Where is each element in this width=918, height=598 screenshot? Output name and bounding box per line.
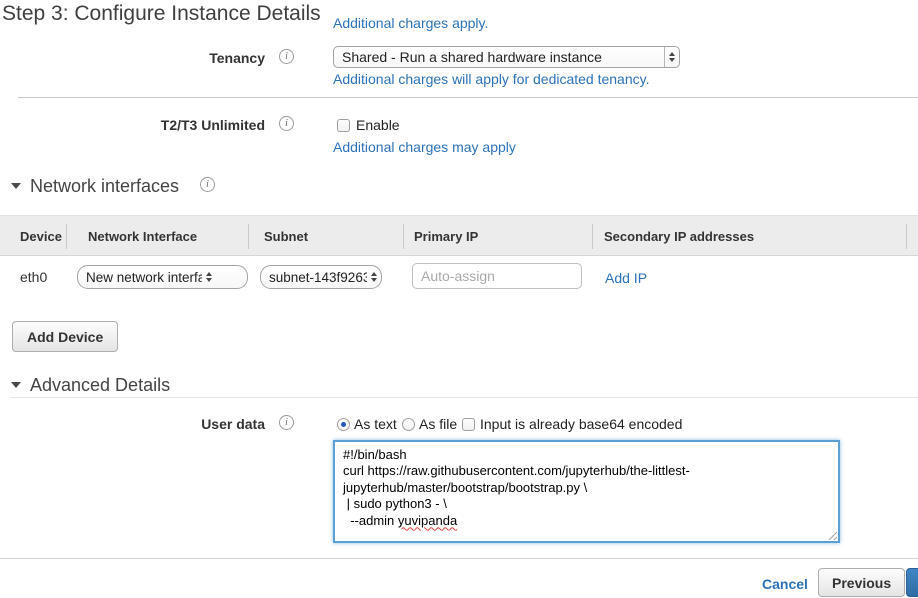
page-title: Step 3: Configure Instance Details [2, 2, 321, 26]
add-ip-link[interactable]: Add IP [605, 270, 647, 286]
divider [10, 397, 918, 398]
cancel-link[interactable]: Cancel [762, 576, 808, 592]
as-text-radio[interactable] [337, 418, 350, 431]
column-divider [906, 224, 907, 249]
add-device-button[interactable]: Add Device [12, 321, 118, 352]
script-line: jupyterhub/master/bootstrap/bootstrap.py… [343, 480, 830, 496]
resize-handle-icon[interactable] [826, 529, 837, 540]
script-line: curl https://raw.githubusercontent.com/j… [343, 463, 830, 479]
device-column-header: Device [20, 229, 62, 244]
enable-label[interactable]: Enable [356, 117, 400, 133]
subnet-select[interactable]: subnet-143f9263 [260, 265, 382, 289]
arrow-down-icon [669, 58, 675, 62]
arrow-down-icon [371, 278, 377, 282]
tenancy-label: Tenancy [0, 50, 265, 66]
enable-unlimited-checkbox[interactable] [337, 119, 350, 132]
t2t3-unlimited-label: T2/T3 Unlimited [0, 117, 265, 133]
select-stepper-icon [367, 272, 381, 282]
divider [18, 97, 918, 98]
secondary-ip-column-header: Secondary IP addresses [604, 229, 754, 244]
column-divider [403, 224, 404, 249]
network-interfaces-section-title[interactable]: Network interfaces [30, 176, 179, 197]
arrow-up-icon [669, 52, 675, 56]
arrow-down-icon [206, 278, 212, 282]
user-data-textarea[interactable]: #!/bin/bash curl https://raw.githubuserc… [333, 440, 840, 543]
device-name: eth0 [20, 269, 47, 285]
arrow-up-icon [206, 272, 212, 276]
as-file-radio[interactable] [402, 418, 415, 431]
t2t3-info-icon[interactable]: i [279, 116, 294, 131]
network-interface-column-header: Network Interface [88, 229, 197, 244]
primary-ip-column-header: Primary IP [414, 229, 478, 244]
user-data-info-icon[interactable]: i [279, 415, 294, 430]
as-text-label[interactable]: As text [354, 416, 397, 432]
tenancy-select[interactable]: Shared - Run a shared hardware instance [333, 46, 680, 68]
user-data-label: User data [0, 416, 265, 432]
column-divider [592, 224, 593, 249]
divider [0, 558, 918, 559]
script-line: | sudo python3 - \ [343, 496, 830, 512]
additional-charges-apply-link[interactable]: Additional charges apply. [333, 15, 488, 31]
subnet-column-header: Subnet [264, 229, 308, 244]
next-button[interactable] [906, 568, 918, 597]
previous-button[interactable]: Previous [818, 568, 905, 597]
as-file-label[interactable]: As file [419, 416, 457, 432]
network-table-header: Device Network Interface Subnet Primary … [0, 215, 918, 256]
dedicated-tenancy-charges-link[interactable]: Additional charges will apply for dedica… [333, 71, 649, 87]
column-divider [66, 224, 67, 249]
network-interface-select-value: New network interface [78, 270, 202, 285]
collapse-triangle-icon[interactable] [11, 382, 21, 388]
tenancy-select-value: Shared - Run a shared hardware instance [334, 49, 664, 65]
configure-instance-details-page: Step 3: Configure Instance Details Addit… [0, 0, 918, 598]
network-interface-select[interactable]: New network interface [77, 265, 248, 289]
script-line: #!/bin/bash [343, 447, 830, 463]
network-interfaces-info-icon[interactable]: i [200, 177, 215, 192]
primary-ip-input[interactable] [412, 263, 582, 289]
select-stepper-icon [664, 47, 679, 67]
misspelled-word: yuvipanda [398, 513, 457, 528]
select-stepper-icon [202, 272, 216, 282]
arrow-up-icon [371, 272, 377, 276]
column-divider [248, 224, 249, 249]
subnet-select-value: subnet-143f9263 [261, 270, 367, 285]
advanced-details-section-title[interactable]: Advanced Details [30, 375, 170, 396]
tenancy-info-icon[interactable]: i [279, 49, 294, 64]
collapse-triangle-icon[interactable] [11, 183, 21, 189]
unlimited-charges-link[interactable]: Additional charges may apply [333, 139, 516, 155]
base64-encoded-label[interactable]: Input is already base64 encoded [480, 416, 682, 432]
script-line: --admin yuvipanda [343, 513, 830, 529]
script-line-prefix: --admin [343, 513, 398, 528]
base64-encoded-checkbox[interactable] [462, 418, 475, 431]
